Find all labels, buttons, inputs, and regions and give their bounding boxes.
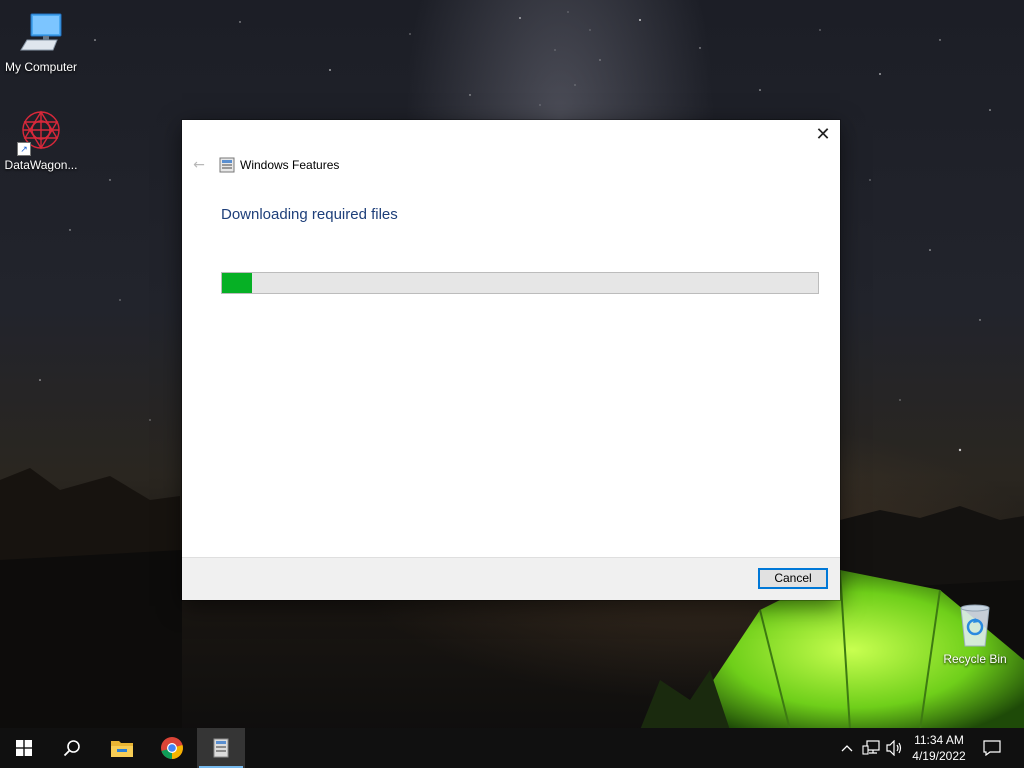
desktop-icon-datawagon[interactable]: ↗ DataWagon... bbox=[0, 108, 82, 172]
action-center-button[interactable] bbox=[978, 728, 1006, 768]
recycle-bin-icon bbox=[951, 602, 999, 650]
volume-button[interactable] bbox=[884, 728, 906, 768]
back-arrow-icon[interactable]: ← bbox=[190, 156, 208, 174]
datawagon-icon: ↗ bbox=[17, 108, 65, 156]
chevron-up-icon bbox=[841, 745, 853, 752]
clock-time: 11:34 AM bbox=[914, 733, 964, 747]
windows-features-taskbar-button[interactable] bbox=[197, 728, 245, 768]
download-progress-bar bbox=[221, 272, 819, 294]
file-explorer-button[interactable] bbox=[98, 728, 146, 768]
progress-fill bbox=[222, 273, 252, 293]
dialog-footer: Cancel bbox=[182, 557, 840, 600]
volume-icon bbox=[886, 740, 902, 756]
dialog-title: Windows Features bbox=[240, 158, 340, 172]
start-icon bbox=[16, 740, 32, 756]
desktop-icon-label: DataWagon... bbox=[4, 158, 78, 172]
desktop-icon-my-computer[interactable]: My Computer bbox=[0, 10, 82, 74]
chrome-icon bbox=[161, 737, 183, 759]
desktop-icon-label: My Computer bbox=[4, 60, 78, 74]
shortcut-arrow-icon: ↗ bbox=[17, 142, 31, 156]
status-heading: Downloading required files bbox=[221, 206, 398, 223]
windows-features-dialog: ✕ ← Windows Features Downloading require… bbox=[182, 120, 840, 600]
chrome-button[interactable] bbox=[148, 728, 196, 768]
close-button[interactable]: ✕ bbox=[806, 120, 840, 150]
computer-icon bbox=[17, 10, 65, 58]
taskbar-clock[interactable]: 11:34 AM 4/19/2022 bbox=[906, 732, 972, 764]
cancel-button[interactable]: Cancel bbox=[758, 568, 828, 589]
show-hidden-icons-button[interactable] bbox=[838, 728, 856, 768]
notification-icon bbox=[983, 740, 1001, 756]
desktop-icon-recycle-bin[interactable]: Recycle Bin bbox=[934, 602, 1016, 666]
search-icon bbox=[63, 740, 80, 757]
clock-date: 4/19/2022 bbox=[912, 749, 966, 763]
windows-features-icon bbox=[213, 738, 229, 758]
search-button[interactable] bbox=[48, 728, 96, 768]
desktop-icon-label: Recycle Bin bbox=[943, 652, 1007, 666]
start-button[interactable] bbox=[0, 728, 48, 768]
windows-features-icon bbox=[219, 157, 235, 173]
network-button[interactable] bbox=[860, 728, 882, 768]
network-icon bbox=[862, 740, 880, 755]
taskbar: 11:34 AM 4/19/2022 bbox=[0, 728, 1024, 768]
file-explorer-icon bbox=[111, 741, 133, 757]
